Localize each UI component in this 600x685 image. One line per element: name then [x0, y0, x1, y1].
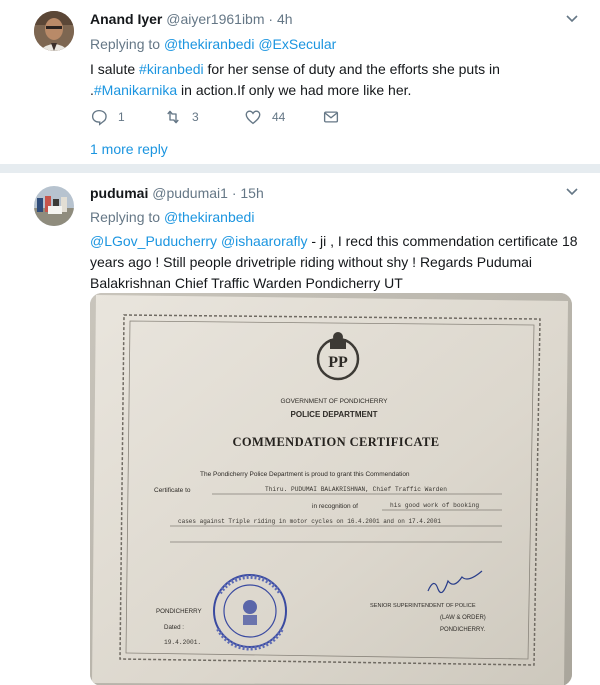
cert-title: COMMENDATION CERTIFICATE [233, 435, 440, 449]
display-name[interactable]: pudumai [90, 185, 148, 201]
more-replies-link[interactable]: 1 more reply [90, 141, 168, 157]
mention-links[interactable]: @LGov_Puducherry @ishaarorafly [90, 233, 308, 249]
handle[interactable]: @pudumai1 [152, 185, 228, 201]
cert-line1: The Pondicherry Police Department is pro… [200, 471, 410, 478]
hashtag-link[interactable]: #kiranbedi [139, 61, 204, 77]
tweet-photo-certificate[interactable]: PP GOVERNMENT OF PONDICHERRY POLICE DEPA… [90, 293, 572, 685]
timestamp[interactable]: · 4h [268, 11, 292, 27]
chevron-down-icon[interactable] [566, 185, 578, 199]
retweet-button[interactable]: 3 [164, 108, 199, 126]
reply-button[interactable]: 1 [90, 108, 125, 126]
cert-signatory-role: (LAW & ORDER) [440, 615, 486, 621]
cert-place: PONDICHERRY [156, 608, 202, 615]
cert-department: POLICE DEPARTMENT [291, 410, 378, 419]
retweet-icon [167, 110, 179, 124]
thread-divider [0, 164, 600, 172]
like-count: 44 [272, 110, 286, 124]
cert-signatory-place: PONDICHERRY. [440, 627, 485, 633]
cert-line3-label: in recognition of [312, 503, 358, 510]
reply-icon [91, 109, 107, 126]
envelope-icon [323, 111, 339, 123]
cert-recipient: Thiru. PUDUMAI BALAKRISHNAN, Chief Traff… [265, 486, 447, 493]
cert-line4: cases against Triple riding in motor cyc… [178, 518, 441, 525]
replying-to: Replying to @thekiranbedi @ExSecular [90, 36, 337, 52]
reply-count: 1 [118, 110, 125, 124]
cert-signatory: SENIOR SUPERINTENDENT OF POLICE [370, 603, 476, 609]
replying-to: Replying to @thekiranbedi [90, 209, 255, 225]
cert-reason: his good work of booking [390, 502, 479, 509]
display-name[interactable]: Anand Iyer [90, 11, 162, 27]
chevron-down-icon[interactable] [566, 12, 578, 26]
replying-to-link[interactable]: @thekiranbedi @ExSecular [164, 36, 336, 52]
avatar[interactable] [34, 186, 74, 226]
tweet-text: @LGov_Puducherry @ishaarorafly - ji , I … [90, 233, 578, 291]
cert-government: GOVERNMENT OF PONDICHERRY [280, 398, 388, 405]
handle[interactable]: @aiyer1961ibm [166, 11, 264, 27]
timestamp[interactable]: · 15h [232, 185, 264, 201]
replying-to-link[interactable]: @thekiranbedi [164, 209, 255, 225]
tweet-pudumai[interactable]: pudumai @pudumai1 · 15h Replying to @the… [0, 172, 600, 685]
retweet-count: 3 [192, 110, 199, 124]
cert-dated-label: Dated : [164, 624, 184, 631]
tweet-header: pudumai @pudumai1 · 15h [90, 185, 264, 201]
hashtag-link[interactable]: #Manikarnika [94, 82, 177, 98]
cert-date: 19.4.2001. [164, 639, 201, 646]
direct-message-button[interactable] [322, 108, 340, 126]
cert-line2-label: Certificate to [154, 487, 191, 494]
heart-icon [245, 110, 261, 125]
tweet-header: Anand Iyer @aiyer1961ibm · 4h [90, 11, 293, 27]
avatar[interactable] [34, 11, 74, 51]
tweet-anand-iyer[interactable]: Anand Iyer @aiyer1961ibm · 4h Replying t… [0, 0, 600, 172]
emblem-text: PP [328, 354, 348, 371]
like-button[interactable]: 44 [244, 108, 285, 126]
tweet-text: I salute #kiranbedi for her sense of dut… [90, 61, 500, 98]
